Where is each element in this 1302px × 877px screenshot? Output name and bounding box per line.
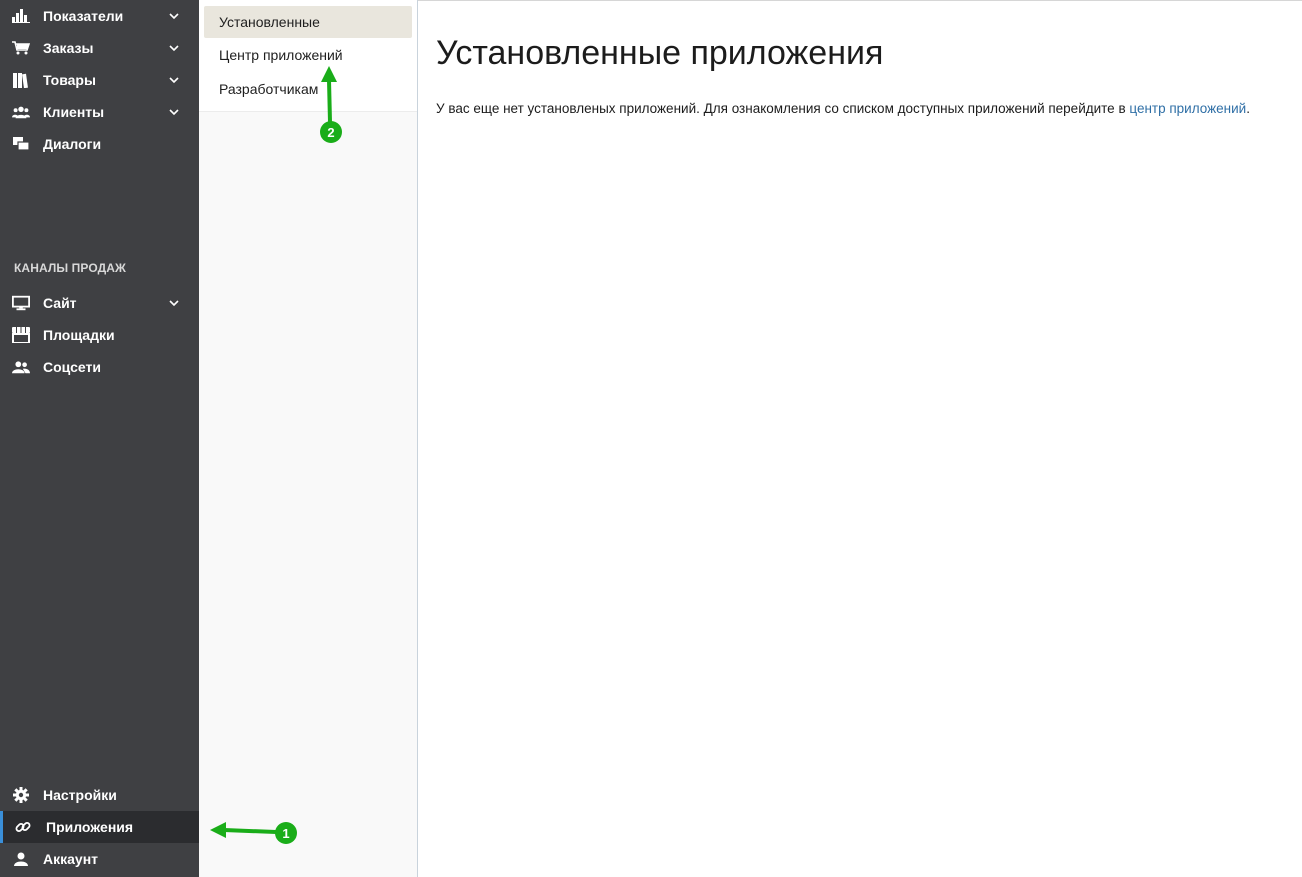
submenu-item-installed[interactable]: Установленные (204, 6, 412, 38)
chevron-down-icon (169, 300, 179, 307)
bar-chart-icon (12, 8, 30, 24)
sidebar-item-site[interactable]: Сайт (0, 287, 199, 319)
sidebar-item-label: Заказы (43, 40, 94, 56)
sidebar-item-social[interactable]: Соцсети (0, 351, 199, 383)
sidebar-item-label: Аккаунт (43, 851, 99, 867)
sales-channels-title: КАНАЛЫ ПРОДАЖ (14, 261, 126, 275)
sidebar-item-account[interactable]: Аккаунт (0, 843, 199, 875)
chevron-down-icon (169, 109, 179, 116)
sidebar-item-settings[interactable]: Настройки (0, 779, 199, 811)
user-icon (12, 851, 30, 867)
empty-state-period: . (1246, 101, 1250, 116)
app-center-link[interactable]: центр приложений (1129, 101, 1246, 116)
chevron-down-icon (169, 77, 179, 84)
sidebar-item-clients[interactable]: Клиенты (0, 96, 199, 128)
main-content: Установленные приложения У вас еще нет у… (418, 0, 1302, 877)
apps-submenu: Установленные Центр приложений Разработч… (199, 0, 418, 877)
users-icon (12, 104, 30, 120)
chevron-down-icon (169, 13, 179, 20)
sidebar-item-marketplaces[interactable]: Площадки (0, 319, 199, 351)
books-icon (12, 72, 30, 88)
sidebar-item-products[interactable]: Товары (0, 64, 199, 96)
monitor-icon (12, 295, 30, 311)
chat-icon (12, 136, 30, 152)
sidebar-item-label: Показатели (43, 8, 124, 24)
store-icon (12, 327, 30, 343)
empty-state-message: У вас еще нет установленых приложений. Д… (436, 101, 1250, 116)
chevron-down-icon (169, 45, 179, 52)
sidebar-item-label: Сайт (43, 295, 77, 311)
people-icon (12, 359, 30, 375)
sidebar-item-orders[interactable]: Заказы (0, 32, 199, 64)
sidebar-item-indicators[interactable]: Показатели (0, 0, 199, 32)
sidebar-item-label: Клиенты (43, 104, 105, 120)
app-window: Показатели Заказы Товары Клиенты Диалоги… (0, 0, 1302, 877)
cart-icon (12, 40, 30, 56)
sidebar-item-dialogs[interactable]: Диалоги (0, 128, 199, 160)
empty-state-text: У вас еще нет установленых приложений. Д… (436, 101, 1130, 116)
sidebar-item-apps[interactable]: Приложения (0, 811, 199, 843)
sidebar-item-label: Соцсети (43, 359, 101, 375)
submenu-item-app-center[interactable]: Центр приложений (204, 39, 412, 71)
page-title: Установленные приложения (436, 34, 884, 72)
sidebar-item-label: Товары (43, 72, 96, 88)
sidebar-item-label: Диалоги (43, 136, 102, 152)
sidebar-item-label: Настройки (43, 787, 117, 803)
gear-icon (12, 787, 30, 803)
main-sidebar: Показатели Заказы Товары Клиенты Диалоги… (0, 0, 199, 877)
submenu-list: Установленные Центр приложений Разработч… (199, 0, 417, 112)
sidebar-item-label: Приложения (46, 819, 134, 835)
submenu-item-developers[interactable]: Разработчикам (204, 73, 412, 105)
link-icon (14, 819, 32, 835)
sidebar-item-label: Площадки (43, 327, 115, 343)
